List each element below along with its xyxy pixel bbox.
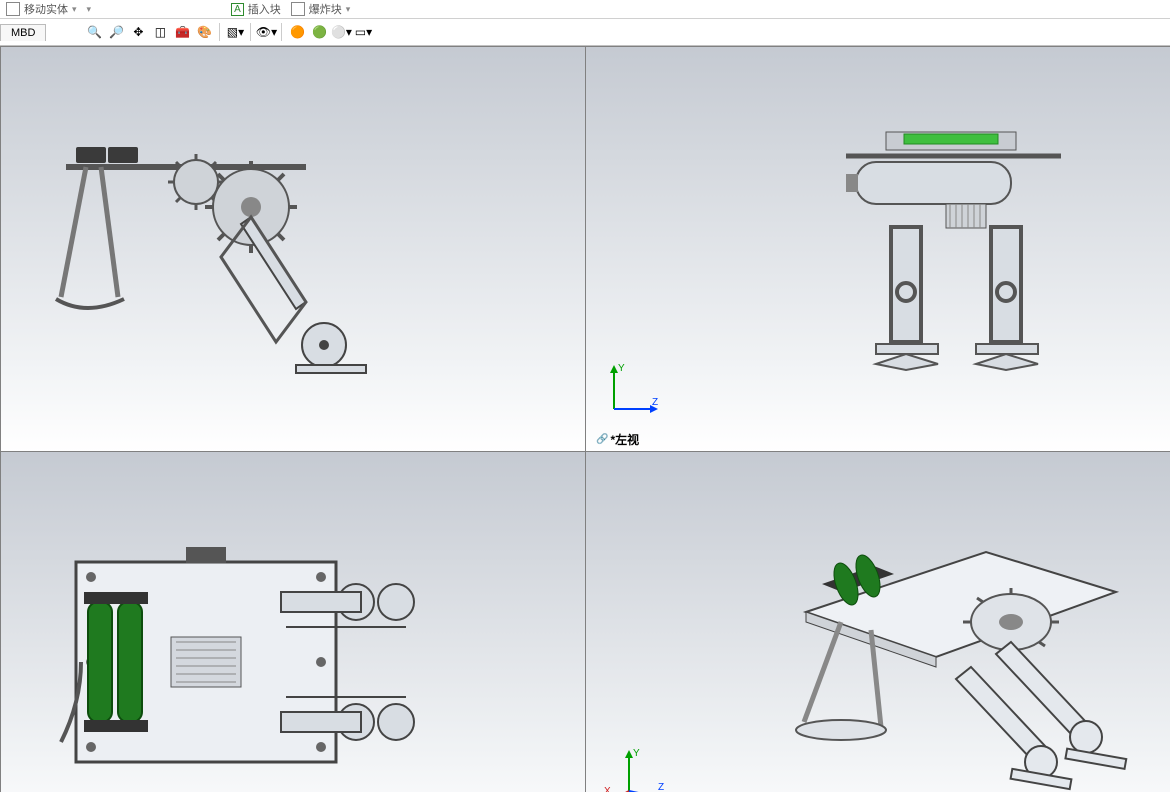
toolbar-separator xyxy=(281,23,282,41)
render-icon: 🟢 xyxy=(312,25,327,39)
model-side-view xyxy=(56,127,396,400)
view-settings-button[interactable]: ▭▾ xyxy=(353,22,373,42)
viewport-left[interactable]: Y Z 🔗 *左视 xyxy=(585,46,1170,453)
toolbox-button[interactable]: 🧰 xyxy=(172,22,192,42)
viewport-isometric[interactable]: Y X Z *上下二等角轴测 xyxy=(585,451,1170,792)
cmd-move-body[interactable]: 移动实体 ▾ xyxy=(6,1,77,17)
tab-row: MBD 🔍 🔎 ✥ ◫ 🧰 🎨 ▧▾ 👁▾ 🟠 🟢 ⚪▾ ▭▾ xyxy=(0,19,1170,46)
dropdown-caret-icon: ▾ xyxy=(366,25,372,39)
toolbox-icon: 🧰 xyxy=(175,25,190,39)
dropdown-caret-icon: ▾ xyxy=(72,4,77,15)
hide-show-button[interactable]: 👁▾ xyxy=(256,22,276,42)
cube-icon: ▧ xyxy=(227,25,238,39)
display-icon: ▭ xyxy=(355,25,366,39)
zoom-to-fit-button[interactable]: 🔍 xyxy=(84,22,104,42)
pan-icon: ✥ xyxy=(133,25,143,39)
tab-mbd-label: MBD xyxy=(11,27,35,39)
cmd-insert-block[interactable]: A 插入块 xyxy=(231,1,281,17)
axis-y-label: Y xyxy=(618,363,625,374)
viewport-front[interactable] xyxy=(0,46,587,453)
ribbon-sep1: ▾ xyxy=(87,4,92,15)
insert-block-icon: A xyxy=(231,3,244,16)
axis-x-label: X xyxy=(604,786,611,792)
graphics-area[interactable]: Y Z 🔗 *左视 xyxy=(0,46,1170,792)
link-icon: 🔗 xyxy=(596,434,608,445)
axis-z-label: Z xyxy=(658,782,664,792)
paint-button[interactable]: 🎨 xyxy=(194,22,214,42)
dropdown-caret-icon: ▾ xyxy=(346,25,352,39)
explode-block-icon xyxy=(291,2,305,16)
cmd-explode-block[interactable]: 爆炸块 ▾ xyxy=(291,1,351,17)
viewport-label: 🔗 *左视 xyxy=(596,431,639,448)
pan-button[interactable]: ✥ xyxy=(128,22,148,42)
model-isometric-view xyxy=(786,512,1156,792)
dropdown-caret-icon: ▾ xyxy=(238,25,244,39)
move-body-label: 移动实体 xyxy=(24,1,68,17)
appearance-button[interactable]: 🟠 xyxy=(287,22,307,42)
orientation-triad[interactable]: Y Z xyxy=(604,359,664,422)
palette-icon: 🟠 xyxy=(290,25,305,39)
eye-icon: 👁 xyxy=(256,25,271,39)
toolbar-separator xyxy=(250,23,251,41)
display-style-button[interactable]: ▧▾ xyxy=(225,22,245,42)
zoom-area-icon: 🔎 xyxy=(109,25,124,39)
zoom-area-button[interactable]: 🔎 xyxy=(106,22,126,42)
render-button[interactable]: 🟢 xyxy=(309,22,329,42)
tab-mbd[interactable]: MBD xyxy=(0,24,46,41)
model-left-view xyxy=(826,132,1086,415)
insert-block-label: 插入块 xyxy=(248,1,281,17)
section-icon: ◫ xyxy=(155,25,166,39)
paint-icon: 🎨 xyxy=(197,25,212,39)
explode-block-label: 爆炸块 xyxy=(309,1,342,17)
section-button[interactable]: ◫ xyxy=(150,22,170,42)
quick-view-toolbar: 🔍 🔎 ✥ ◫ 🧰 🎨 ▧▾ 👁▾ 🟠 🟢 ⚪▾ ▭▾ xyxy=(78,20,379,44)
zoom-fit-icon: 🔍 xyxy=(87,25,102,39)
toolbar-separator xyxy=(219,23,220,41)
scene-button[interactable]: ⚪▾ xyxy=(331,22,351,42)
ribbon-bar: 移动实体 ▾ ▾ A 插入块 爆炸块 ▾ xyxy=(0,0,1170,19)
orientation-triad[interactable]: Y X Z xyxy=(604,746,674,792)
viewport-label-text: *左视 xyxy=(610,431,639,448)
axis-y-label: Y xyxy=(633,748,640,759)
dropdown-caret-icon: ▾ xyxy=(346,4,351,15)
globe-icon: ⚪ xyxy=(331,25,346,39)
model-top-view xyxy=(56,532,436,792)
viewport-top[interactable] xyxy=(0,451,587,792)
dropdown-caret-icon: ▾ xyxy=(271,25,277,39)
axis-z-label: Z xyxy=(652,397,658,408)
move-body-icon xyxy=(6,2,20,16)
